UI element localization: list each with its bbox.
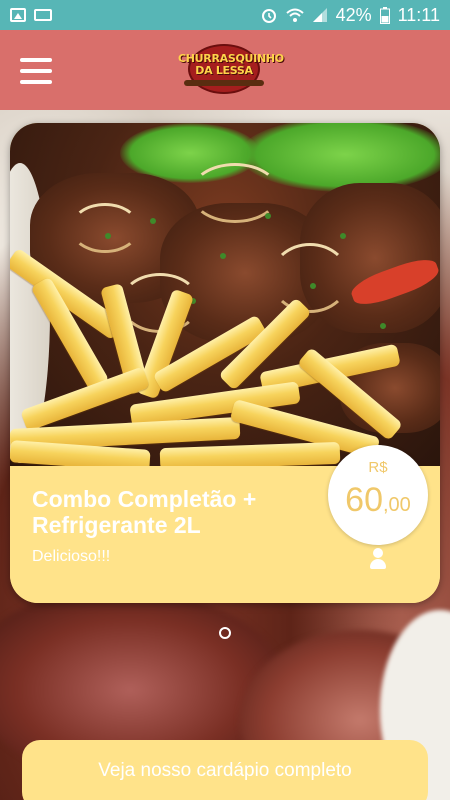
carousel-indicator-dot[interactable] — [219, 627, 231, 639]
menu-line — [20, 58, 52, 62]
price-badge: R$ 60,00 — [328, 445, 428, 545]
battery-percent: 42% — [335, 4, 372, 25]
parsley — [265, 213, 271, 219]
status-right-icons: 42% 11:11 — [260, 5, 440, 26]
user-icon[interactable] — [369, 548, 387, 570]
signal-icon — [312, 8, 327, 22]
price-cents: ,00 — [383, 494, 411, 516]
user-icon-head — [373, 548, 383, 558]
french-fry — [159, 441, 341, 466]
full-menu-button[interactable]: Veja nosso cardápio completo — [22, 740, 428, 800]
wifi-icon — [285, 8, 304, 22]
user-icon-body — [370, 559, 386, 569]
status-left-icons — [10, 8, 52, 22]
parsley — [310, 283, 316, 289]
alarm-icon — [261, 9, 276, 23]
onion — [70, 203, 140, 253]
menu-line — [20, 69, 52, 73]
dish-photo — [10, 123, 440, 466]
voicemail-icon — [34, 9, 52, 21]
dish-title: Combo Completão + Refrigerante 2L — [32, 486, 257, 538]
menu-line — [20, 80, 52, 84]
price-integer: 60 — [345, 481, 383, 519]
image-icon — [10, 8, 26, 22]
price-value: 60,00 — [328, 481, 428, 520]
restaurant-logo[interactable]: CHURRASQUINHO DA LESSA — [178, 40, 284, 98]
clock: 11:11 — [397, 4, 440, 25]
dish-description: Delicioso!!! — [32, 548, 111, 565]
price-currency: R$ — [368, 459, 388, 476]
parsley — [380, 323, 386, 329]
parsley — [220, 253, 226, 259]
parsley — [150, 218, 156, 224]
status-bar: 42% 11:11 — [0, 0, 450, 30]
parsley — [340, 233, 346, 239]
battery-icon — [379, 6, 390, 24]
onion — [270, 243, 350, 313]
logo-text: CHURRASQUINHO DA LESSA — [178, 52, 284, 77]
logo-skewer — [184, 80, 264, 86]
parsley — [105, 233, 111, 239]
hamburger-menu-icon[interactable] — [20, 58, 52, 84]
app-header: CHURRASQUINHO DA LESSA — [0, 30, 450, 110]
